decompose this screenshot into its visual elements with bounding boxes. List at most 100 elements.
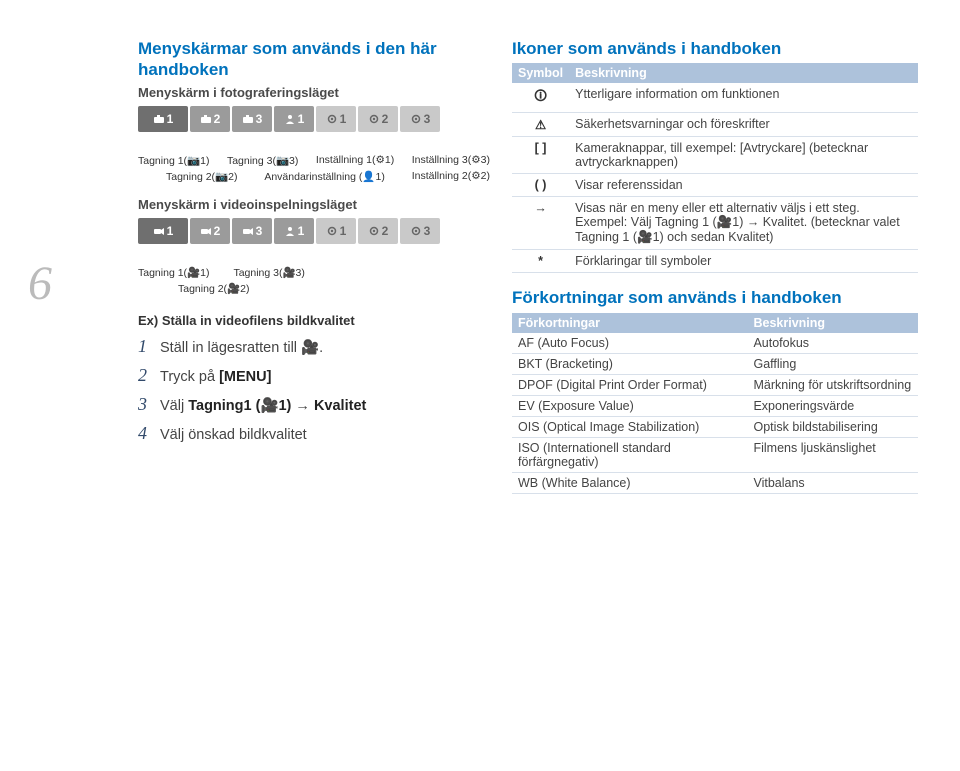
symbol-cell: * [512,250,569,273]
abbr-title: Förkortningar som används i handboken [512,287,918,308]
menu-strip-photo: 1 2 3 1 1 2 3 [138,106,490,132]
caption-video-mode: Menyskärm i videoinspelningsläget [138,197,490,212]
step-text: Välj önskad bildkvalitet [160,427,307,443]
page-number: 6 [28,256,52,311]
symbol-table: Symbol Beskrivning 🛈 Ytterligare informa… [512,63,918,273]
step-number: 3 [138,394,160,415]
desc-cell: Ytterligare information om funktionen [569,83,918,113]
symbol-cell: [ ] [512,137,569,174]
menu-tab: 1 [138,106,188,132]
labels-line: Tagning 1(🎥1) Tagning 3(🎥3) [138,266,490,279]
menu-tab: 3 [400,218,440,244]
menu-tab: 1 [274,106,314,132]
tab-num: 2 [382,224,389,238]
table-row: WB (White Balance) Vitbalans [512,472,918,493]
label-tagning1: Tagning 1(📷1) [138,154,209,167]
table-row: ( ) Visar referenssidan [512,174,918,197]
abbr-desc-cell: Exponeringsvärde [747,395,918,416]
menu-tab: 3 [232,218,272,244]
menu-tab: 1 [138,218,188,244]
abbr-cell: AF (Auto Focus) [512,333,747,354]
label-user1: Användarinställning (👤1) [264,170,384,183]
label-insta1: Inställning 1(⚙1) [316,154,394,167]
table-row: OIS (Optical Image Stabilization) Optisk… [512,416,918,437]
right-column: Ikoner som används i handboken Symbol Be… [512,38,918,494]
label-tagning3: Tagning 3(📷3) [227,154,298,167]
abbr-cell: OIS (Optical Image Stabilization) [512,416,747,437]
tab-num: 1 [340,112,347,126]
step-item: 2 Tryck på [MENU] [138,365,490,386]
menu-tab: 1 [316,106,356,132]
table-row: DPOF (Digital Print Order Format) Märkni… [512,374,918,395]
symbol-cell: ( ) [512,174,569,197]
tab-num: 1 [167,224,174,238]
desc-cell: Visas när en meny eller ett alternativ v… [569,197,918,250]
menu-tab: 3 [232,106,272,132]
abbr-cell: BKT (Bracketing) [512,353,747,374]
table-row: [ ] Kameraknappar, till exempel: [Avtryc… [512,137,918,174]
label-insta2: Inställning 2(⚙2) [412,170,490,183]
step-text: Ställ in lägesratten till 🎥. [160,339,323,356]
tab-num: 1 [298,112,305,126]
steps-list: 1 Ställ in lägesratten till 🎥. 2 Tryck p… [138,336,490,444]
symbol-cell: ⚠ [512,113,569,137]
abbr-desc-cell: Autofokus [747,333,918,354]
example-title: Ex) Ställa in videofilens bildkvalitet [138,313,490,328]
abbr-cell: DPOF (Digital Print Order Format) [512,374,747,395]
labels-line: Tagning 2(📷2) Användarinställning (👤1) I… [138,170,490,183]
table-row: 🛈 Ytterligare information om funktionen [512,83,918,113]
abbr-cell: ISO (Internationell standard förfärgnega… [512,437,747,472]
step-number: 4 [138,423,160,444]
step-text: Tryck på [MENU] [160,369,271,385]
tab-num: 2 [214,112,221,126]
abbr-desc-cell: Filmens ljuskänslighet [747,437,918,472]
menu-tab: 2 [358,106,398,132]
table-row: ⚠ Säkerhetsvarningar och föreskrifter [512,113,918,137]
abbr-header: Förkortningar [512,313,747,333]
table-row: → Visas när en meny eller ett alternativ… [512,197,918,250]
abbr-desc-header: Beskrivning [747,313,918,333]
abbr-desc-cell: Märkning för utskriftsordning [747,374,918,395]
desc-cell: Kameraknappar, till exempel: [Avtryckare… [569,137,918,174]
table-row: * Förklaringar till symboler [512,250,918,273]
step-bold2: Kvalitet [314,398,366,414]
step-prefix: Välj [160,398,188,414]
tab-num: 2 [382,112,389,126]
label-tagning1v: Tagning 1(🎥1) [138,266,209,279]
abbr-cell: EV (Exposure Value) [512,395,747,416]
tab-num: 1 [340,224,347,238]
abbr-desc-cell: Gaffling [747,353,918,374]
symbol-header: Symbol [512,63,569,83]
symbol-cell: 🛈 [512,83,569,113]
step-prefix: Tryck på [160,369,219,385]
tab-num: 3 [424,224,431,238]
left-column: Menyskärmar som används i den här handbo… [138,38,490,452]
step-item: 4 Välj önskad bildkvalitet [138,423,490,444]
label-tagning3v: Tagning 3(🎥3) [233,266,304,279]
table-row: AF (Auto Focus) Autofokus [512,333,918,354]
table-row: EV (Exposure Value) Exponeringsvärde [512,395,918,416]
desc-cell: Visar referenssidan [569,174,918,197]
abbr-cell: WB (White Balance) [512,472,747,493]
tab-num: 1 [298,224,305,238]
menu-tab: 2 [190,106,230,132]
step-bold: [MENU] [219,369,271,385]
menu-tab: 3 [400,106,440,132]
step-arrow: → [291,398,314,414]
desc-cell: Förklaringar till symboler [569,250,918,273]
tab-num: 2 [214,224,221,238]
menu-tab: 2 [190,218,230,244]
step-text: Välj Tagning1 (🎥1) → Kvalitet [160,397,366,414]
table-row: BKT (Bracketing) Gaffling [512,353,918,374]
abbr-table: Förkortningar Beskrivning AF (Auto Focus… [512,313,918,494]
tab-num: 3 [256,224,263,238]
symbol-cell: → [512,197,569,250]
desc-header: Beskrivning [569,63,918,83]
label-insta3: Inställning 3(⚙3) [412,154,490,167]
abbr-desc-cell: Optisk bildstabilisering [747,416,918,437]
step-number: 2 [138,365,160,386]
menu-tab: 2 [358,218,398,244]
desc-cell: Säkerhetsvarningar och föreskrifter [569,113,918,137]
left-title: Menyskärmar som används i den här handbo… [138,38,490,81]
tab-num: 1 [167,112,174,126]
